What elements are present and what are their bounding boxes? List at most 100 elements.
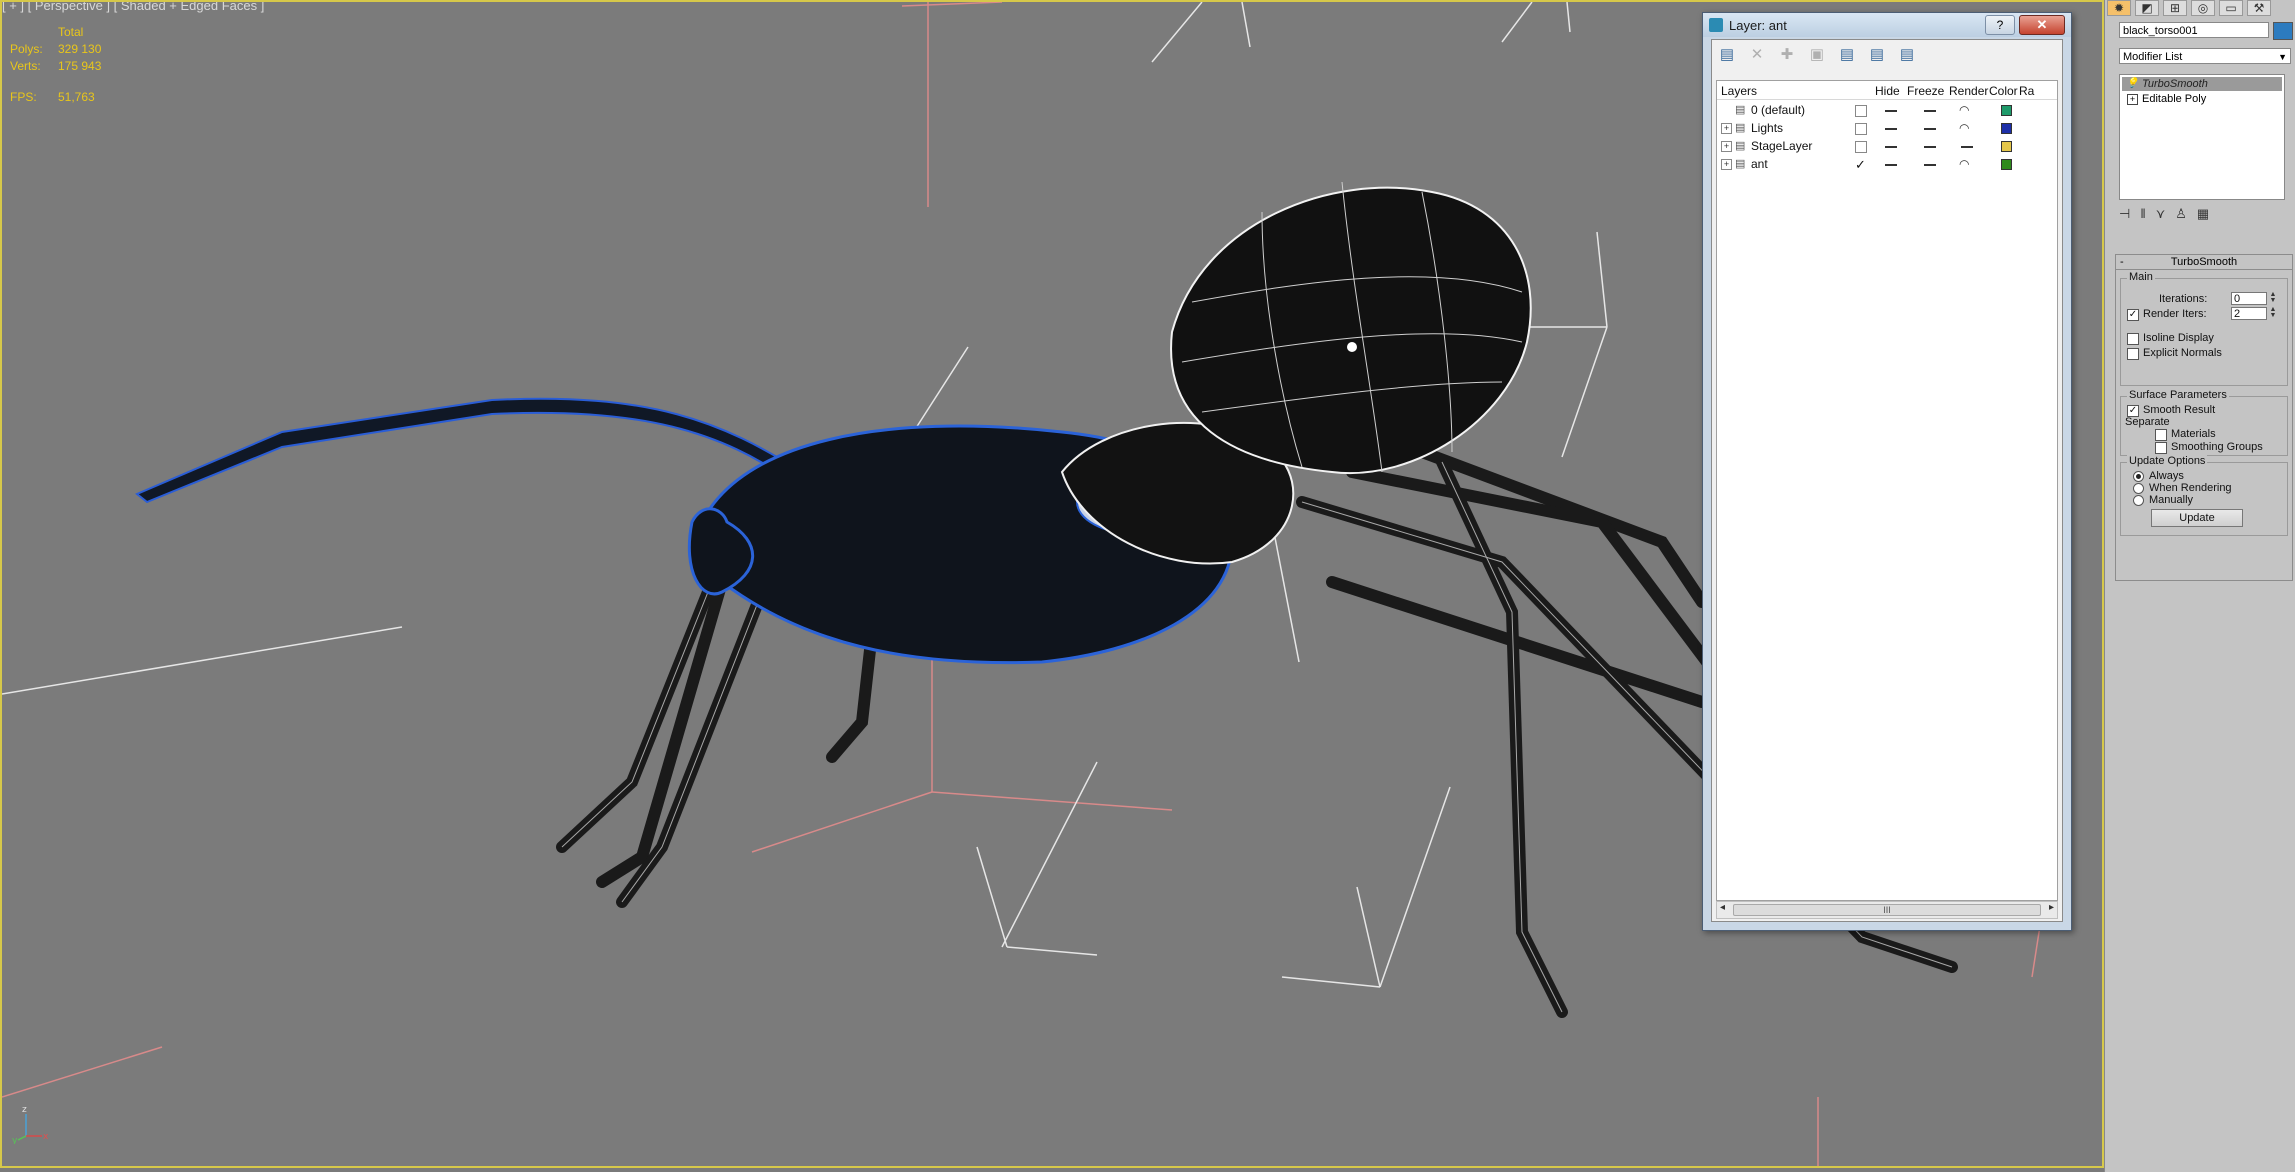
display-icon[interactable]: ▭	[2219, 0, 2243, 16]
smoothing-groups-checkbox[interactable]	[2155, 442, 2167, 454]
light-highlight	[1347, 342, 1357, 352]
pin-stack-icon[interactable]: ⊣	[2119, 206, 2130, 222]
current-layer-checkbox[interactable]	[1855, 105, 1867, 117]
layer-color-swatch[interactable]	[2001, 123, 2012, 134]
motion-icon[interactable]: ◎	[2191, 0, 2215, 16]
freeze-all-icon[interactable]: ▤	[1896, 44, 1918, 66]
scroll-right-icon[interactable]: ▸	[2049, 902, 2054, 913]
render-iters-spinner[interactable]: 2	[2231, 307, 2267, 320]
add-selection-icon[interactable]: ✚	[1776, 44, 1798, 66]
layer-name[interactable]: ant	[1751, 157, 1768, 171]
when-rendering-label: When Rendering	[2149, 482, 2232, 494]
collapse-icon[interactable]: -	[2120, 255, 2124, 269]
isoline-display-checkbox[interactable]	[2127, 333, 2139, 345]
modify-icon[interactable]: ◩	[2135, 0, 2159, 16]
turbosmooth-rollout-header[interactable]: - TurboSmooth	[2115, 254, 2293, 270]
expand-icon[interactable]: +	[2127, 94, 2138, 105]
highlight-layer-icon[interactable]: ▤	[1836, 44, 1858, 66]
delete-layer-icon[interactable]: ✕	[1746, 44, 1768, 66]
hide-toggle[interactable]	[1885, 164, 1897, 166]
configure-sets-icon[interactable]: ▦	[2197, 206, 2209, 222]
layer-color-swatch[interactable]	[2001, 141, 2012, 152]
render-teapot-icon[interactable]: ◠	[1959, 103, 1969, 117]
col-render[interactable]: Render	[1949, 84, 1988, 98]
col-radiosity[interactable]: Ra	[2019, 84, 2034, 98]
stack-item-editable-poly[interactable]: + Editable Poly	[2122, 92, 2282, 106]
object-color-swatch[interactable]	[2273, 22, 2293, 40]
expand-icon[interactable]: +	[1721, 123, 1732, 134]
close-button[interactable]: ✕	[2019, 15, 2065, 35]
modifier-list-dropdown[interactable]: Modifier List ▼	[2119, 48, 2291, 64]
render-teapot-icon[interactable]: ◠	[1959, 121, 1969, 135]
render-teapot-icon[interactable]: ◠	[1959, 157, 1969, 171]
layer-table[interactable]: Layers Hide Freeze Render Color Ra ▤ 0 (…	[1716, 80, 2058, 901]
hide-toggle[interactable]	[1885, 128, 1897, 130]
make-unique-icon[interactable]: ⋎	[2156, 206, 2166, 222]
lightbulb-icon[interactable]: 💡	[2126, 77, 2138, 91]
layer-row-stagelayer[interactable]: + ▤ StageLayer	[1717, 137, 2057, 155]
utilities-icon[interactable]: ⚒	[2247, 0, 2271, 16]
manually-radio[interactable]	[2133, 495, 2144, 506]
remove-modifier-icon[interactable]: ♙	[2175, 206, 2187, 222]
freeze-toggle[interactable]	[1924, 110, 1936, 112]
freeze-toggle[interactable]	[1924, 164, 1936, 166]
hide-toggle[interactable]	[1885, 110, 1897, 112]
current-layer-checkbox[interactable]	[1855, 141, 1867, 153]
horizontal-scrollbar[interactable]: ◂ III ▸	[1716, 901, 2058, 919]
col-freeze[interactable]: Freeze	[1907, 84, 1944, 98]
dialog-body: ▤ ✕ ✚ ▣ ▤ ▤ ▤ Layers Hide Freeze Render …	[1711, 39, 2063, 922]
layer-name[interactable]: Lights	[1751, 121, 1783, 135]
viewport-label[interactable]: [ + ] [ Perspective ] [ Shaded + Edged F…	[2, 2, 264, 13]
freeze-toggle[interactable]	[1924, 128, 1936, 130]
help-button[interactable]: ?	[1985, 15, 2015, 35]
when-rendering-radio[interactable]	[2133, 483, 2144, 494]
layer-color-swatch[interactable]	[2001, 105, 2012, 116]
scroll-left-icon[interactable]: ◂	[1720, 902, 1725, 913]
hide-all-icon[interactable]: ▤	[1866, 44, 1888, 66]
object-name-field[interactable]: black_torso001	[2119, 22, 2269, 38]
smoothing-groups-label: Smoothing Groups	[2171, 441, 2263, 453]
layer-name[interactable]: StageLayer	[1751, 139, 1812, 153]
current-layer-check-icon[interactable]: ✓	[1855, 157, 1866, 173]
render-iters-checkbox[interactable]: ✓	[2127, 309, 2139, 321]
layer-dialog[interactable]: Layer: ant ? ✕ ▤ ✕ ✚ ▣ ▤ ▤ ▤ Layers Hide…	[1702, 12, 2072, 931]
render-toggle[interactable]	[1961, 146, 1973, 148]
layer-row-ant[interactable]: + ▤ ant ✓ ◠	[1717, 155, 2057, 173]
spinner-arrows-icon[interactable]: ▲ ▼	[2269, 306, 2277, 320]
layer-icon: ▤	[1735, 140, 1746, 152]
layer-color-swatch[interactable]	[2001, 159, 2012, 170]
create-icon[interactable]: ✹	[2107, 0, 2131, 16]
manually-label: Manually	[2149, 494, 2194, 506]
scroll-thumb[interactable]: III	[1733, 904, 2041, 916]
dialog-titlebar[interactable]: Layer: ant ? ✕	[1703, 13, 2071, 37]
update-group-title: Update Options	[2127, 455, 2208, 467]
col-hide[interactable]: Hide	[1875, 84, 1900, 98]
layer-row-default[interactable]: ▤ 0 (default) ◠	[1717, 101, 2057, 119]
layer-toolbar: ▤ ✕ ✚ ▣ ▤ ▤ ▤	[1716, 44, 1918, 68]
layer-row-lights[interactable]: + ▤ Lights ◠	[1717, 119, 2057, 137]
current-layer-checkbox[interactable]	[1855, 123, 1867, 135]
explicit-normals-checkbox[interactable]	[2127, 348, 2139, 360]
col-color[interactable]: Color	[1989, 84, 2018, 98]
expand-icon[interactable]: +	[1721, 159, 1732, 170]
spinner-arrows-icon[interactable]: ▲ ▼	[2269, 291, 2277, 305]
col-layers[interactable]: Layers	[1721, 84, 1757, 98]
layer-name[interactable]: 0 (default)	[1751, 103, 1805, 117]
stack-item-turbosmooth[interactable]: 💡 TurboSmooth	[2122, 77, 2282, 91]
show-end-result-icon[interactable]: ‖	[2140, 206, 2145, 222]
new-layer-icon[interactable]: ▤	[1716, 44, 1738, 66]
modifier-stack[interactable]: 💡 TurboSmooth + Editable Poly	[2119, 74, 2285, 200]
layer-table-header: Layers Hide Freeze Render Color Ra	[1717, 81, 2057, 100]
expand-icon[interactable]: +	[1721, 141, 1732, 152]
stack-item-label: Editable Poly	[2142, 93, 2207, 105]
hierarchy-icon[interactable]: ⊞	[2163, 0, 2187, 16]
hide-toggle[interactable]	[1885, 146, 1897, 148]
separate-label: Separate	[2125, 416, 2170, 428]
freeze-toggle[interactable]	[1924, 146, 1936, 148]
select-objects-icon[interactable]: ▣	[1806, 44, 1828, 66]
materials-checkbox[interactable]	[2155, 429, 2167, 441]
always-radio[interactable]	[2133, 471, 2144, 482]
main-group: Main Iterations: 0 ▲ ▼ ✓ Render Iters: 2 …	[2120, 271, 2288, 386]
update-button[interactable]: Update	[2151, 509, 2243, 527]
iterations-spinner[interactable]: 0	[2231, 292, 2267, 305]
